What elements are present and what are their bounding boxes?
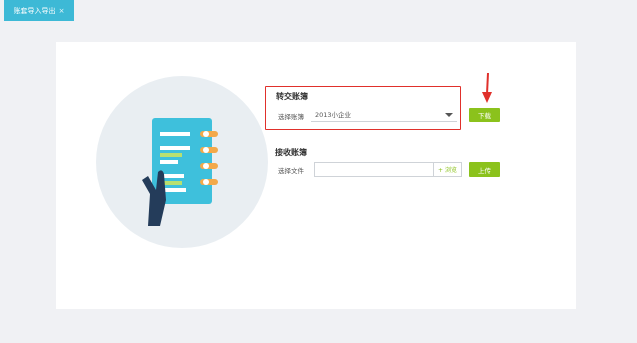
download-button-label: 下载	[478, 112, 491, 120]
close-icon[interactable]: ×	[59, 7, 65, 15]
main-panel: 转交账簿 选择账簿 2013小企业 下载 接收账簿 选择文件 + 浏览 上传	[56, 42, 576, 309]
upload-button[interactable]: 上传	[469, 162, 500, 177]
ledger-illustration	[96, 76, 268, 248]
import-section-title: 接收账簿	[275, 148, 307, 157]
browse-button-label: + 浏览	[438, 167, 457, 174]
import-section: 接收账簿	[275, 147, 307, 158]
red-arrow-icon	[482, 72, 492, 103]
ledger-select-value: 2013小企业	[315, 111, 352, 119]
upload-button-label: 上传	[478, 166, 491, 175]
browse-button[interactable]: + 浏览	[434, 162, 462, 177]
highlight-box	[265, 86, 461, 130]
select-file-label: 选择文件	[278, 167, 304, 175]
tab-bar: 账套导入导出 ×	[0, 0, 637, 21]
ledger-select[interactable]: 2013小企业	[311, 109, 457, 122]
download-button[interactable]: 下载	[469, 108, 500, 122]
file-path-input[interactable]	[314, 162, 434, 177]
select-ledger-label: 选择账簿	[278, 113, 304, 121]
tab-label: 账套导入导出	[13, 6, 56, 15]
chevron-down-icon	[445, 113, 453, 117]
tab-account-import-export[interactable]: 账套导入导出 ×	[4, 0, 74, 21]
